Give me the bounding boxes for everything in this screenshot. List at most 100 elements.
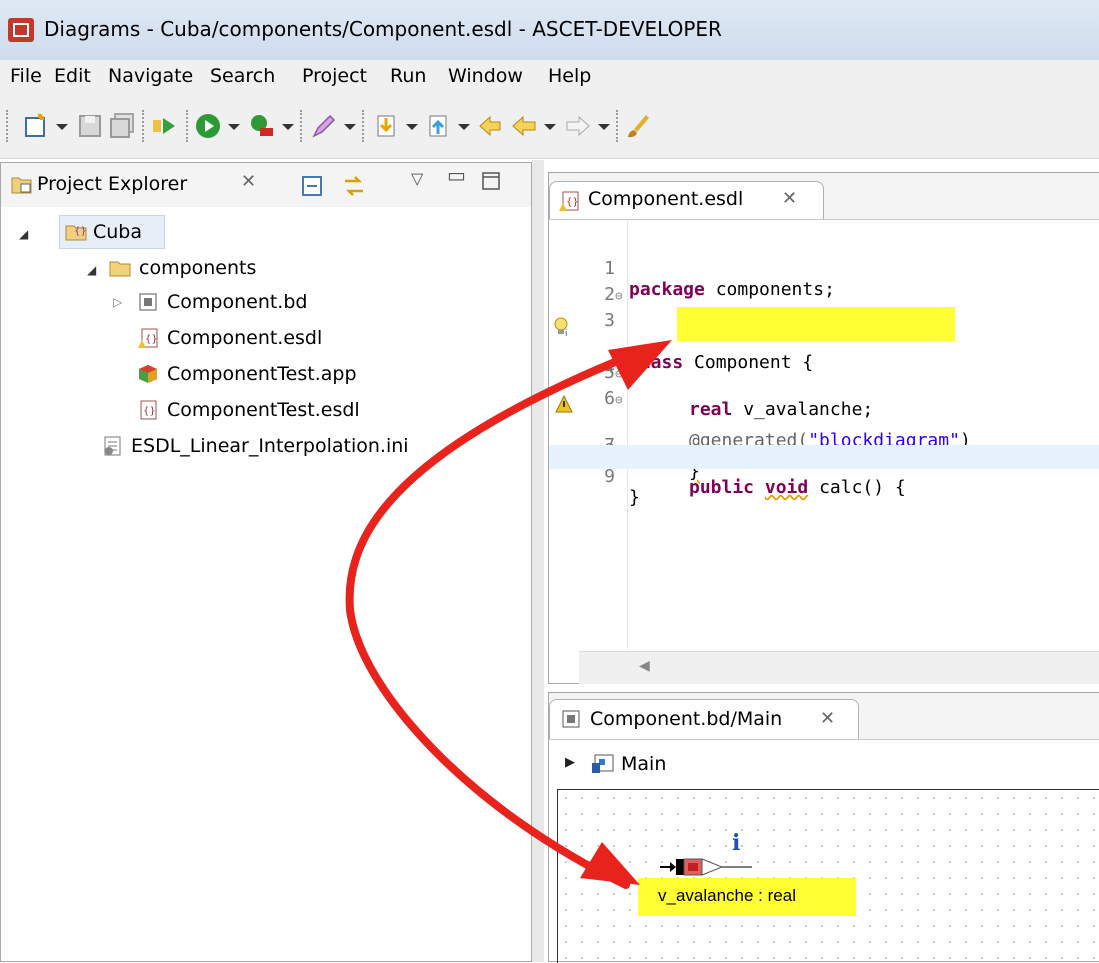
- tree-file-componenttest-esdl[interactable]: ComponentTest.esdl: [167, 399, 360, 421]
- pen-icon[interactable]: [310, 112, 338, 140]
- tree-project-cuba[interactable]: Cuba: [93, 221, 142, 243]
- tools-dropdown-icon[interactable]: [282, 124, 294, 130]
- previous-annotation-icon[interactable]: [424, 112, 452, 140]
- ini-file-icon: [104, 436, 121, 456]
- editor-tab-bar: {} Component.esdl ✕: [549, 173, 1099, 220]
- editor-tab-component-esdl[interactable]: {} Component.esdl ✕: [549, 181, 824, 219]
- maximize-icon[interactable]: [481, 171, 501, 191]
- forward-icon[interactable]: [564, 112, 592, 140]
- run-icon[interactable]: [194, 112, 222, 140]
- tree-file-ini[interactable]: ESDL_Linear_Interpolation.ini: [131, 435, 409, 457]
- toolbar-separator: [362, 110, 368, 142]
- svg-text:{}: {}: [566, 197, 579, 208]
- project-explorer-tab[interactable]: Project Explorer: [37, 173, 187, 195]
- esdl-file-icon: {}: [140, 400, 157, 420]
- close-view-icon[interactable]: ✕: [241, 171, 256, 192]
- toolbar-separator: [186, 110, 192, 142]
- breadcrumb-main[interactable]: Main: [621, 753, 666, 775]
- menu-project[interactable]: Project: [302, 65, 367, 87]
- menu-file[interactable]: File: [10, 65, 42, 87]
- minimize-icon[interactable]: ▭: [447, 163, 466, 187]
- svg-text:i: i: [565, 329, 568, 337]
- code-line[interactable]: 6 ⊖ @generated("blockdiagram"): [549, 367, 1099, 451]
- collapse-all-icon[interactable]: [301, 175, 323, 197]
- sash-divider[interactable]: [532, 160, 544, 962]
- menu-search[interactable]: Search: [210, 65, 275, 87]
- next-annotation-icon[interactable]: [372, 112, 400, 140]
- last-edit-icon[interactable]: [476, 112, 504, 140]
- code-text: }: [629, 487, 640, 508]
- code-line[interactable]: 8 }: [549, 419, 1099, 482]
- code-line[interactable]: 5: [549, 341, 1099, 383]
- code-line[interactable]: 7 ⊖ public void calc() {: [549, 393, 1099, 498]
- esdl-file-warning-icon: {}: [559, 191, 579, 211]
- close-tab-icon[interactable]: ✕: [782, 188, 797, 209]
- new-file-icon[interactable]: [22, 112, 50, 140]
- fold-icon[interactable]: ⊖: [615, 367, 623, 382]
- tree-file-component-esdl[interactable]: Component.esdl: [167, 327, 322, 349]
- breadcrumb-arrow-icon[interactable]: ▶: [565, 755, 575, 770]
- info-glyph: i: [732, 830, 741, 856]
- menu-window[interactable]: Window: [448, 65, 523, 87]
- forward-dropdown-icon[interactable]: [598, 124, 610, 130]
- diagram-tab-component-bd[interactable]: Component.bd/Main ✕: [549, 699, 859, 739]
- warning-icon[interactable]: [555, 395, 573, 413]
- close-tab-icon[interactable]: ✕: [820, 708, 835, 729]
- tree-file-componenttest-app[interactable]: ComponentTest.app: [167, 363, 357, 385]
- menu-navigate[interactable]: Navigate: [108, 65, 193, 87]
- code-line[interactable]: 2: [549, 263, 1099, 305]
- external-tools-icon[interactable]: [248, 112, 276, 140]
- lightbulb-info-icon[interactable]: i: [553, 317, 571, 337]
- horizontal-scrollbar[interactable]: ◀: [579, 651, 1099, 684]
- app-icon: [8, 18, 34, 42]
- editor-tab-label: Component.esdl: [588, 188, 744, 210]
- view-menu-icon[interactable]: ▽: [411, 169, 423, 188]
- code-line-current[interactable]: 9 }: [549, 445, 1099, 508]
- new-dropdown-icon[interactable]: [56, 124, 68, 130]
- run-dropdown-icon[interactable]: [228, 124, 240, 130]
- block-label[interactable]: v_avalanche : real: [658, 886, 796, 906]
- code-line[interactable]: 1 package components;: [549, 237, 1099, 300]
- block-diagram-file-icon: [139, 293, 157, 311]
- title-bar: Diagrams - Cuba/components/Component.esd…: [0, 0, 1099, 61]
- toolbar-separator: [300, 110, 306, 142]
- menu-edit[interactable]: Edit: [54, 65, 91, 87]
- expand-arrow-icon[interactable]: ◢: [19, 227, 28, 241]
- tree-file-component-bd[interactable]: Component.bd: [167, 291, 307, 313]
- code-text: calc() {: [808, 477, 906, 498]
- code-line[interactable]: i 4 real v_avalanche;: [549, 307, 1099, 420]
- brush-icon[interactable]: [624, 112, 652, 140]
- esdl-file-warning-icon: {}: [138, 328, 158, 348]
- collapse-arrow-icon[interactable]: ▷: [113, 295, 122, 309]
- menu-help[interactable]: Help: [548, 65, 591, 87]
- save-icon[interactable]: [76, 112, 104, 140]
- svg-text:{}: {}: [145, 334, 158, 345]
- project-icon: {}: [65, 225, 87, 241]
- next-dropdown-icon[interactable]: [406, 124, 418, 130]
- tree-folder-components[interactable]: components: [139, 257, 256, 279]
- back-icon[interactable]: [510, 112, 538, 140]
- expand-arrow-icon[interactable]: ◢: [87, 263, 96, 277]
- diagram-canvas[interactable]: i v_avalanche : real: [557, 789, 1099, 963]
- variable-block-icon[interactable]: [658, 856, 768, 878]
- save-all-icon[interactable]: [108, 112, 136, 140]
- diagram-tab-label: Component.bd/Main: [590, 708, 783, 730]
- folder-icon: [109, 261, 131, 277]
- svg-text:{}: {}: [74, 226, 87, 237]
- code-editor-panel: {} Component.esdl ✕ 1 package components…: [548, 172, 1099, 684]
- menu-run[interactable]: Run: [390, 65, 426, 87]
- highlight-box: [677, 307, 955, 341]
- project-explorer-icon: [11, 177, 32, 194]
- fold-icon[interactable]: ⊖: [615, 393, 623, 408]
- toolbar: [0, 94, 1099, 159]
- prev-dropdown-icon[interactable]: [458, 124, 470, 130]
- back-dropdown-icon[interactable]: [544, 124, 556, 130]
- fold-icon[interactable]: ⊖: [615, 289, 623, 304]
- scroll-left-icon[interactable]: ◀: [639, 658, 650, 674]
- app-file-cube-icon: [139, 365, 157, 383]
- toolbar-separator: [616, 110, 622, 142]
- toolbar-separator: [6, 110, 12, 142]
- run-build-icon[interactable]: [150, 112, 178, 140]
- pen-dropdown-icon[interactable]: [344, 124, 356, 130]
- link-with-editor-icon[interactable]: [341, 173, 367, 199]
